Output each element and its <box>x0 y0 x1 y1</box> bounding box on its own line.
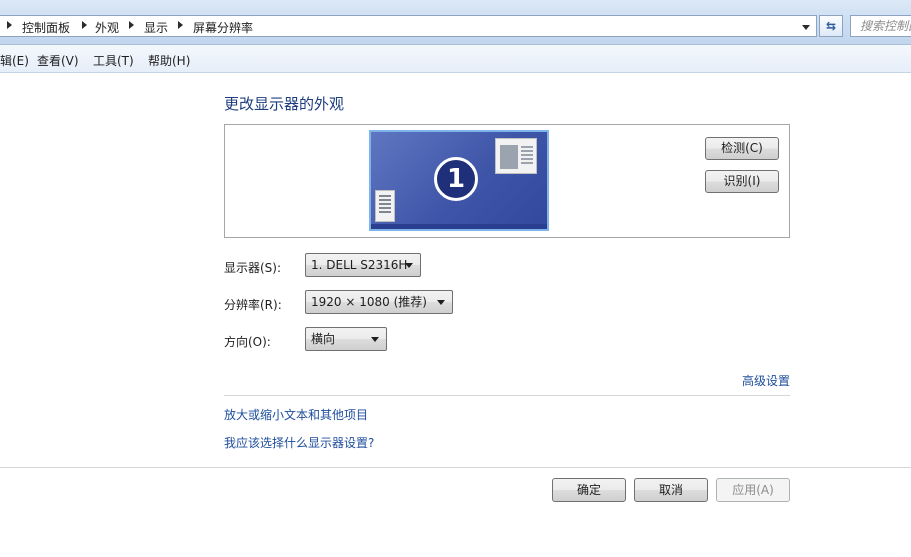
breadcrumb-chevron-icon[interactable] <box>129 21 134 29</box>
breadcrumb-chevron-icon[interactable] <box>7 21 12 29</box>
breadcrumb-control-panel[interactable]: 控制面板 <box>22 19 70 36</box>
display-select-value: 1. DELL S2316H <box>311 258 408 272</box>
detect-button[interactable]: 检测(C) <box>705 137 779 160</box>
menu-edit[interactable]: 辑(E) <box>0 52 29 69</box>
breadcrumb-chevron-icon[interactable] <box>82 21 87 29</box>
section-divider <box>224 395 790 396</box>
advanced-settings-link[interactable]: 高级设置 <box>742 372 790 389</box>
page-title: 更改显示器的外观 <box>224 95 345 113</box>
address-history-dropdown-icon[interactable] <box>802 25 810 30</box>
monitor-1-thumbnail[interactable]: 1 <box>369 130 549 231</box>
resolution-select[interactable]: 1920 × 1080 (推荐) <box>305 290 453 314</box>
resolution-label: 分辨率(R): <box>224 298 282 312</box>
search-input[interactable]: 搜索控制面板 <box>850 15 911 37</box>
refresh-button[interactable]: ⇆ <box>819 15 843 37</box>
chevron-down-icon <box>371 337 379 342</box>
apply-button[interactable]: 应用(A) <box>716 478 790 502</box>
monitor-number-badge: 1 <box>434 157 478 201</box>
chevron-down-icon <box>437 300 445 305</box>
chevron-down-icon <box>405 263 413 268</box>
ok-button[interactable]: 确定 <box>552 478 626 502</box>
resolution-select-value: 1920 × 1080 (推荐) <box>311 295 427 309</box>
refresh-icon: ⇆ <box>825 19 837 33</box>
text-size-link[interactable]: 放大或缩小文本和其他项目 <box>224 406 368 423</box>
identify-button[interactable]: 识别(I) <box>705 170 779 193</box>
breadcrumb-appearance[interactable]: 外观 <box>95 19 119 36</box>
orientation-select-value: 横向 <box>311 332 336 346</box>
orientation-label: 方向(O): <box>224 335 271 349</box>
breadcrumb-chevron-icon[interactable] <box>178 21 183 29</box>
window-preview-icon <box>495 138 537 174</box>
document-preview-icon <box>375 190 395 222</box>
taskbar-preview <box>371 224 547 229</box>
breadcrumb-display[interactable]: 显示 <box>144 19 168 36</box>
menu-tools[interactable]: 工具(T) <box>93 52 134 69</box>
menu-help[interactable]: 帮助(H) <box>148 52 190 69</box>
monitor-arrangement-panel: 1 检测(C) 识别(I) <box>224 124 790 238</box>
which-settings-link[interactable]: 我应该选择什么显示器设置? <box>224 434 374 451</box>
display-select[interactable]: 1. DELL S2316H <box>305 253 421 277</box>
footer-divider <box>0 467 911 468</box>
address-bar-area: 控制面板 外观 显示 屏幕分辨率 ⇆ 搜索控制面板 <box>0 0 911 45</box>
breadcrumb-screen-resolution[interactable]: 屏幕分辨率 <box>193 19 253 36</box>
menu-view[interactable]: 查看(V) <box>37 52 79 69</box>
address-field[interactable]: 控制面板 外观 显示 屏幕分辨率 <box>0 15 817 37</box>
menu-bar: 辑(E) 查看(V) 工具(T) 帮助(H) <box>0 45 911 73</box>
orientation-select[interactable]: 横向 <box>305 327 387 351</box>
display-label: 显示器(S): <box>224 261 282 275</box>
cancel-button[interactable]: 取消 <box>634 478 708 502</box>
